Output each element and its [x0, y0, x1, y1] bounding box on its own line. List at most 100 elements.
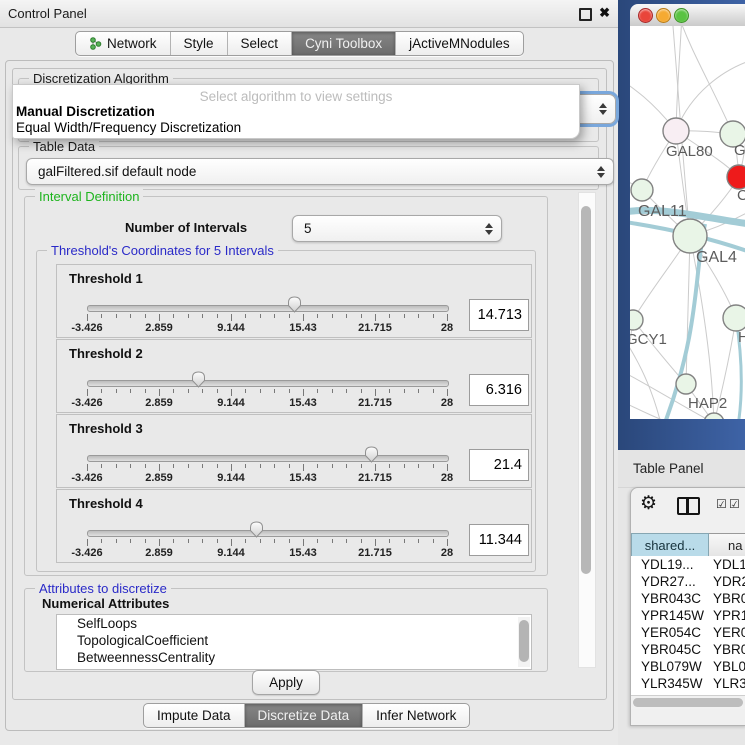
slider-track[interactable]	[87, 530, 449, 537]
number-of-intervals-combobox[interactable]: 5	[292, 215, 502, 242]
tick-label: 2.859	[145, 397, 173, 409]
tick-label: 28	[441, 547, 453, 559]
network-node[interactable]	[727, 165, 745, 189]
gear-icon[interactable]: ⚙	[640, 492, 657, 515]
table-horizontal-scrollbar[interactable]	[631, 695, 745, 709]
settings-scrollbar[interactable]	[578, 192, 596, 668]
tick-mark	[447, 539, 448, 546]
tick-mark	[101, 314, 102, 318]
table-row[interactable]: YDL19...YDL1	[631, 556, 745, 573]
top-tab-bar: NetworkStyleSelectCyni ToolboxjActiveMNo…	[75, 31, 524, 56]
zoom-traffic-light-icon[interactable]	[674, 8, 689, 23]
apply-button[interactable]: Apply	[252, 670, 320, 695]
tick-mark	[404, 389, 405, 393]
threshold-value-field[interactable]	[469, 449, 529, 481]
network-node[interactable]	[676, 374, 696, 394]
table-cell: YLR345W	[631, 675, 713, 692]
dropdown-option[interactable]: Manual Discretization	[13, 104, 579, 120]
network-node[interactable]	[631, 179, 653, 201]
table-row[interactable]: YLR345WYLR3	[631, 675, 745, 692]
attributes-scrollbar-thumb[interactable]	[519, 620, 529, 662]
tab-network[interactable]: Network	[76, 32, 170, 55]
network-edge[interactable]	[686, 236, 690, 384]
checkbox-icon[interactable]: ☑	[716, 497, 727, 511]
tick-mark	[260, 539, 261, 543]
table-rows: YDL19...YDL1YDR27...YDR2YBR043CYBR0YPR14…	[631, 556, 745, 695]
network-node[interactable]	[673, 219, 707, 253]
slider-track[interactable]	[87, 380, 449, 387]
tick-mark	[303, 464, 304, 471]
table-cell: YPR145W	[631, 607, 713, 624]
tick-mark	[274, 464, 275, 468]
table-hscrollbar-thumb[interactable]	[633, 698, 743, 707]
dropdown-option[interactable]: Equal Width/Frequency Discretization	[13, 120, 579, 136]
network-icon	[89, 37, 102, 50]
slider-thumb[interactable]	[287, 296, 302, 313]
slider-track[interactable]	[87, 455, 449, 462]
numerical-attributes-list[interactable]: SelfLoopsTopologicalCoefficientBetweenne…	[56, 614, 532, 670]
tab-impute-data[interactable]: Impute Data	[144, 704, 244, 727]
float-window-icon[interactable]	[579, 8, 592, 21]
network-edge[interactable]	[633, 320, 686, 384]
network-edge[interactable]	[676, 60, 745, 131]
threshold-panel: Threshold 2-3.4262.8599.14415.4321.71528	[56, 339, 532, 413]
minimize-traffic-light-icon[interactable]	[656, 8, 671, 23]
attributes-scrollbar[interactable]	[518, 617, 530, 667]
table-row[interactable]: YBR045CYBR0	[631, 641, 745, 658]
tick-mark	[433, 389, 434, 393]
slider-thumb[interactable]	[249, 521, 264, 538]
network-node[interactable]	[663, 118, 689, 144]
table-row[interactable]: YPR145WYPR1	[631, 607, 745, 624]
tick-label: 21.715	[358, 322, 392, 334]
close-traffic-light-icon[interactable]	[638, 8, 653, 23]
close-icon[interactable]: ✖	[599, 5, 610, 21]
threshold-value-field[interactable]	[469, 524, 529, 556]
threshold-value-field[interactable]	[469, 299, 529, 331]
tab-infer-network[interactable]: Infer Network	[362, 704, 469, 727]
network-canvas[interactable]: GAL80GACGAL11GAL4GCY1HHAP2	[630, 26, 745, 419]
tab-select[interactable]: Select	[227, 32, 292, 55]
threshold-label: Threshold 1	[69, 271, 143, 286]
slider-thumb[interactable]	[364, 446, 379, 463]
table-row[interactable]: YBL079WYBL0	[631, 658, 745, 675]
slider-track[interactable]	[87, 305, 449, 312]
tab-discretize-data[interactable]: Discretize Data	[244, 704, 363, 727]
table-row[interactable]: YBR043CYBR0	[631, 590, 745, 607]
threshold-panel: Threshold 4-3.4262.8599.14415.4321.71528	[56, 489, 532, 563]
node-label: GAL11	[638, 203, 687, 220]
list-item[interactable]: TopologicalCoefficient	[57, 632, 531, 649]
threshold-value-field[interactable]	[469, 374, 529, 406]
threshold-label: Threshold 3	[69, 421, 143, 436]
tab-style[interactable]: Style	[170, 32, 227, 55]
table-row[interactable]: YER054CYER0	[631, 624, 745, 641]
column-header[interactable]: na	[709, 533, 745, 558]
tick-mark	[217, 539, 218, 543]
slider-thumb[interactable]	[191, 371, 206, 388]
tick-mark	[375, 314, 376, 321]
tick-label: -3.426	[71, 322, 102, 334]
tick-label: 9.144	[217, 322, 245, 334]
split-columns-icon[interactable]	[677, 497, 700, 515]
network-window-titlebar[interactable]	[630, 4, 745, 27]
network-node[interactable]	[723, 305, 745, 331]
tick-mark	[260, 314, 261, 318]
column-header[interactable]: shared...	[631, 533, 709, 558]
list-item[interactable]: SelfLoops	[57, 615, 531, 632]
checkbox-icon[interactable]: ☑	[729, 497, 740, 511]
settings-scrollbar-thumb[interactable]	[581, 206, 591, 574]
network-node[interactable]	[630, 310, 643, 330]
network-edge[interactable]	[739, 62, 745, 177]
interval-definition-label: Interval Definition	[35, 189, 143, 204]
tick-mark	[101, 539, 102, 543]
table-row[interactable]: YDR27...YDR2	[631, 573, 745, 590]
tick-mark	[245, 539, 246, 543]
tick-label: 9.144	[217, 397, 245, 409]
tab-cyni-toolbox[interactable]: Cyni Toolbox	[291, 32, 395, 55]
tab-jactivemnodules[interactable]: jActiveMNodules	[395, 32, 523, 55]
apply-button-label: Apply	[269, 675, 303, 690]
table-data-combobox[interactable]: galFiltered.sif default node	[26, 158, 614, 185]
list-item[interactable]: BetweennessCentrality	[57, 649, 531, 666]
network-edge[interactable]	[678, 26, 733, 134]
tick-mark	[202, 539, 203, 543]
tick-mark	[145, 464, 146, 468]
